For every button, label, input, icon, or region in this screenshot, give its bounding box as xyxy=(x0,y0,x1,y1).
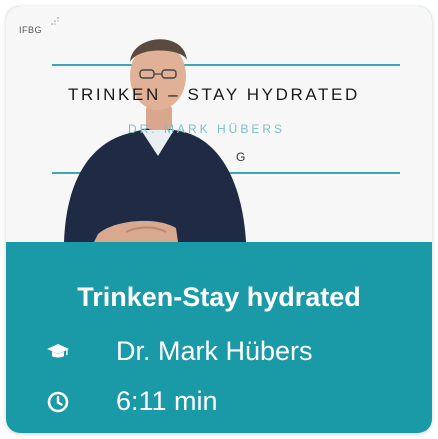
card-info-panel: Trinken-Stay hydrated Dr. Mark Hübers 6:… xyxy=(6,242,432,433)
video-thumbnail[interactable]: IFBG TRINKEN – STAY HYDRATED DR. MARK HÜ… xyxy=(6,6,432,242)
thumbnail-headline: TRINKEN – STAY HYDRATED xyxy=(68,85,360,104)
video-duration: 6:11 min xyxy=(116,386,218,416)
video-card[interactable]: IFBG TRINKEN – STAY HYDRATED DR. MARK HÜ… xyxy=(6,6,432,433)
thumbnail-text-fragment: G xyxy=(236,150,248,164)
graduation-cap-icon xyxy=(47,344,69,358)
thumbnail-speaker: DR. MARK HÜBERS xyxy=(128,122,286,136)
author-name: Dr. Mark Hübers xyxy=(116,336,313,366)
author-row: Dr. Mark Hübers xyxy=(6,334,432,370)
clock-icon xyxy=(47,391,69,413)
video-title[interactable]: Trinken-Stay hydrated xyxy=(6,282,432,313)
duration-row: 6:11 min xyxy=(6,384,432,420)
